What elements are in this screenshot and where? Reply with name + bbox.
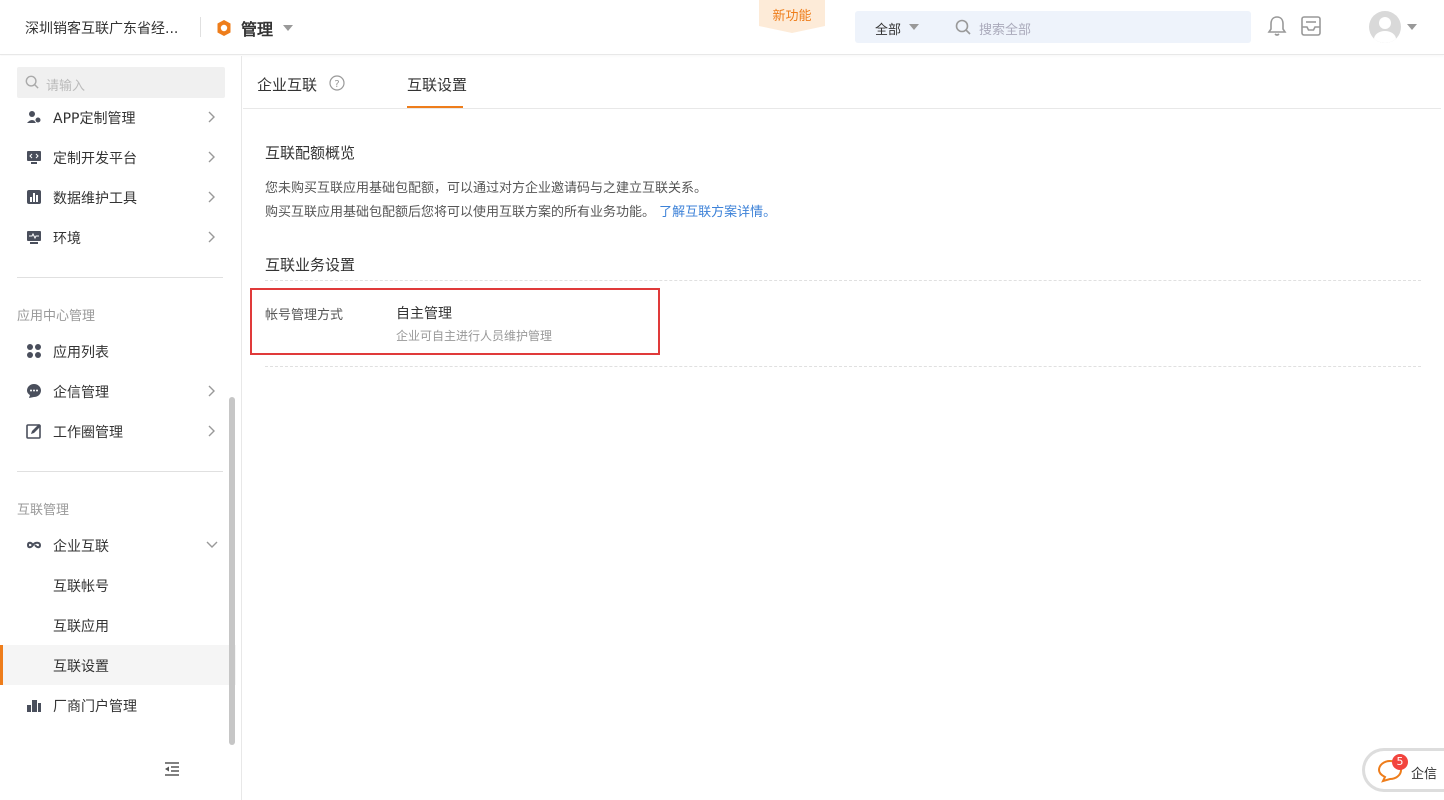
grid-icon — [27, 344, 41, 358]
account-management-label: 帐号管理方式 — [265, 308, 344, 323]
app-title: 管理 — [241, 20, 274, 39]
sidebar-item-label: 工作圈管理 — [53, 425, 123, 441]
learn-more-link[interactable]: 了解互联方案详情。 — [659, 205, 776, 220]
sidebar-item-label: APP定制管理 — [53, 111, 136, 127]
active-tab-indicator — [407, 106, 463, 108]
sidebar-item-label: 定制开发平台 — [53, 151, 137, 167]
quota-overview-title: 互联配额概览 — [265, 144, 356, 162]
sidebar-item-app-custom[interactable]: APP定制管理 — [0, 97, 236, 137]
tab-bar: 企业互联 ? 互联设置 — [243, 56, 1441, 109]
search-placeholder[interactable]: 搜索全部 — [979, 19, 1031, 38]
section-divider — [265, 366, 1421, 367]
app-switcher[interactable]: 管理 — [215, 16, 294, 40]
bar-chart-icon — [27, 190, 41, 204]
edit-icon — [26, 424, 41, 439]
messaging-label: 企信 — [1411, 767, 1438, 782]
chevron-right-icon — [208, 111, 215, 123]
chevron-down-icon — [206, 541, 218, 548]
bell-icon[interactable] — [1265, 14, 1289, 38]
global-search[interactable]: 全部 搜索全部 — [855, 11, 1251, 43]
help-icon[interactable]: ? — [329, 75, 345, 91]
chevron-down-icon — [283, 25, 294, 31]
sidebar-item-dev-platform[interactable]: 定制开发平台 — [0, 137, 236, 177]
new-feature-badge[interactable]: 新功能 — [759, 0, 825, 33]
quota-desc-line1: 您未购买互联应用基础包配额，可以通过对方企业邀请码与之建立互联关系。 — [265, 181, 708, 196]
sidebar-item-work-circle[interactable]: 工作圈管理 — [0, 411, 236, 451]
building-icon — [27, 700, 41, 712]
link-icon — [26, 541, 42, 549]
sidebar-search-placeholder: 请输入 — [46, 79, 86, 94]
sidebar-divider — [17, 471, 223, 472]
sidebar-search-input[interactable]: 请输入 — [17, 67, 225, 98]
header-divider — [200, 17, 201, 37]
sidebar: 请输入 APP定制管理 定制开发平台 数据维护工具 环境 应用中心管理 应用列表… — [0, 56, 242, 800]
sidebar-item-label: 互联设置 — [53, 659, 109, 675]
chat-icon — [27, 384, 41, 398]
sidebar-item-label: 互联应用 — [53, 619, 109, 635]
search-icon — [955, 19, 971, 35]
messaging-float-button[interactable]: 5 企信 — [1362, 748, 1444, 792]
search-icon — [25, 75, 39, 89]
top-bar: 深圳销客互联广东省经... 管理 新功能 全部 搜索全部 — [0, 0, 1444, 55]
chevron-right-icon — [208, 151, 215, 163]
inbox-icon[interactable] — [1299, 14, 1323, 38]
unread-badge: 5 — [1392, 754, 1408, 770]
tab-interconnect-settings[interactable]: 互联设置 — [407, 74, 467, 95]
quota-desc-text: 购买互联应用基础包配额后您将可以使用互联方案的所有业务功能。 — [265, 205, 656, 220]
section-divider — [265, 280, 1421, 281]
search-scope-select[interactable]: 全部 — [875, 19, 901, 38]
app-custom-icon — [27, 111, 42, 124]
sidebar-scrollbar[interactable] — [229, 397, 235, 745]
quota-desc-line2: 购买互联应用基础包配额后您将可以使用互联方案的所有业务功能。 了解互联方案详情。 — [265, 201, 776, 220]
monitor-icon — [27, 231, 41, 244]
sidebar-divider — [17, 277, 223, 278]
group-label-app-center: 应用中心管理 — [17, 309, 96, 324]
account-management-value: 自主管理 — [396, 306, 452, 322]
chevron-down-icon[interactable] — [1407, 24, 1417, 30]
sidebar-item-label: 数据维护工具 — [53, 191, 137, 207]
chevron-right-icon — [208, 191, 215, 203]
chevron-right-icon — [208, 425, 215, 437]
sidebar-item-label: 环境 — [53, 231, 81, 247]
collapse-sidebar-icon[interactable] — [164, 762, 180, 776]
avatar[interactable] — [1369, 11, 1401, 43]
sidebar-item-label: 应用列表 — [53, 345, 109, 361]
sidebar-item-interconnect-account[interactable]: 互联帐号 — [0, 565, 236, 605]
sidebar-item-label: 企业互联 — [53, 539, 109, 555]
sidebar-item-label: 企信管理 — [53, 385, 109, 401]
tab-enterprise-interconnect[interactable]: 企业互联 — [257, 74, 317, 95]
account-management-desc: 企业可自主进行人员维护管理 — [396, 329, 553, 343]
sidebar-item-environment[interactable]: 环境 — [0, 217, 236, 257]
sidebar-item-app-list[interactable]: 应用列表 — [0, 331, 236, 371]
sidebar-item-interconnect-settings[interactable]: 互联设置 — [0, 645, 236, 685]
new-feature-label: 新功能 — [772, 9, 812, 24]
user-icon — [1374, 17, 1396, 43]
sidebar-item-label: 厂商门户管理 — [53, 699, 137, 715]
svg-text:?: ? — [334, 79, 339, 90]
chevron-down-icon — [909, 24, 919, 30]
sidebar-item-data-tools[interactable]: 数据维护工具 — [0, 177, 236, 217]
sidebar-item-enterprise-interconnect[interactable]: 企业互联 — [0, 525, 236, 565]
sidebar-item-interconnect-apps[interactable]: 互联应用 — [0, 605, 236, 645]
business-settings-title: 互联业务设置 — [265, 256, 356, 274]
company-name[interactable]: 深圳销客互联广东省经... — [25, 18, 178, 38]
chevron-right-icon — [208, 385, 215, 397]
sidebar-item-vendor-portal[interactable]: 厂商门户管理 — [0, 685, 236, 725]
code-icon — [27, 151, 41, 164]
chevron-right-icon — [208, 231, 215, 243]
group-label-interconnect: 互联管理 — [17, 503, 70, 518]
sidebar-item-label: 互联帐号 — [53, 579, 109, 595]
gear-logo-icon — [217, 20, 231, 36]
sidebar-item-messaging[interactable]: 企信管理 — [0, 371, 236, 411]
